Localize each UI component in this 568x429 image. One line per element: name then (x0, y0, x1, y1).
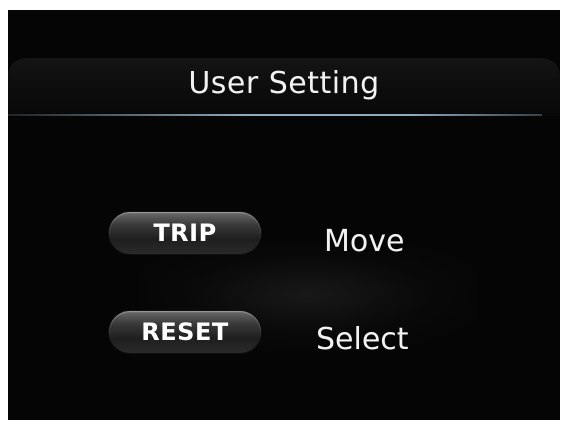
reset-button[interactable]: RESET (109, 311, 261, 353)
page-title: User Setting (188, 66, 380, 101)
display-screen: User Setting TRIP Move RESET Select (8, 10, 560, 420)
title-divider (8, 114, 542, 116)
select-label: Select (316, 322, 409, 357)
move-label: Move (324, 224, 405, 259)
trip-button[interactable]: TRIP (109, 212, 261, 254)
